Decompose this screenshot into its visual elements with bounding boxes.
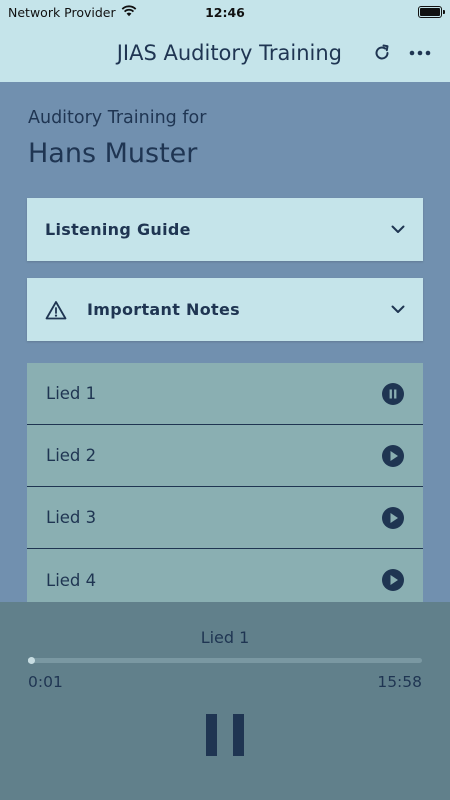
panel-label: Important Notes xyxy=(87,300,240,319)
page-subtitle: Auditory Training for xyxy=(28,108,207,128)
progress-slider[interactable] xyxy=(28,657,422,664)
pause-bar xyxy=(206,714,217,756)
app-title: JIAS Auditory Training xyxy=(116,41,342,65)
song-label: Lied 2 xyxy=(46,446,97,465)
play-circle-icon[interactable] xyxy=(382,569,404,591)
status-left: Network Provider xyxy=(8,5,137,20)
more-button[interactable] xyxy=(404,37,436,69)
important-notes-panel[interactable]: Important Notes xyxy=(27,278,423,341)
refresh-icon xyxy=(375,44,389,60)
battery-icon xyxy=(418,6,445,18)
play-circle-icon[interactable] xyxy=(382,444,404,467)
panel-label: Listening Guide xyxy=(45,220,191,239)
carrier-label: Network Provider xyxy=(8,4,116,20)
song-item[interactable]: Lied 2 xyxy=(27,425,423,487)
song-label: Lied 3 xyxy=(46,508,97,527)
current-time: 0:01 xyxy=(28,673,63,691)
duration-time: 15:58 xyxy=(377,673,422,691)
song-item[interactable]: Lied 1 xyxy=(27,363,423,425)
warning-icon xyxy=(45,300,67,320)
progress-thumb[interactable] xyxy=(28,657,35,664)
wifi-icon xyxy=(121,4,137,20)
pause-circle-icon[interactable] xyxy=(382,382,404,405)
more-horizontal-icon xyxy=(409,50,431,56)
pause-bar xyxy=(233,714,244,756)
play-circle-icon[interactable] xyxy=(382,506,404,529)
refresh-button[interactable] xyxy=(366,37,398,69)
song-label: Lied 1 xyxy=(46,384,97,403)
chevron-down-icon xyxy=(391,305,405,313)
song-label: Lied 4 xyxy=(46,570,97,590)
listening-guide-panel[interactable]: Listening Guide xyxy=(27,198,423,261)
song-item[interactable]: Lied 3 xyxy=(27,487,423,549)
status-bar: Network Provider 12:46 xyxy=(0,0,450,24)
audio-player: Lied 1 0:01 15:58 xyxy=(0,602,450,800)
app-bar: JIAS Auditory Training xyxy=(0,24,450,82)
now-playing-title: Lied 1 xyxy=(200,628,250,647)
chevron-down-icon xyxy=(391,225,405,233)
pause-button[interactable] xyxy=(206,714,244,756)
song-list: Lied 1 Lied 2 Lied 3 Lied 4 xyxy=(27,363,423,611)
patient-name: Hans Muster xyxy=(28,138,198,169)
